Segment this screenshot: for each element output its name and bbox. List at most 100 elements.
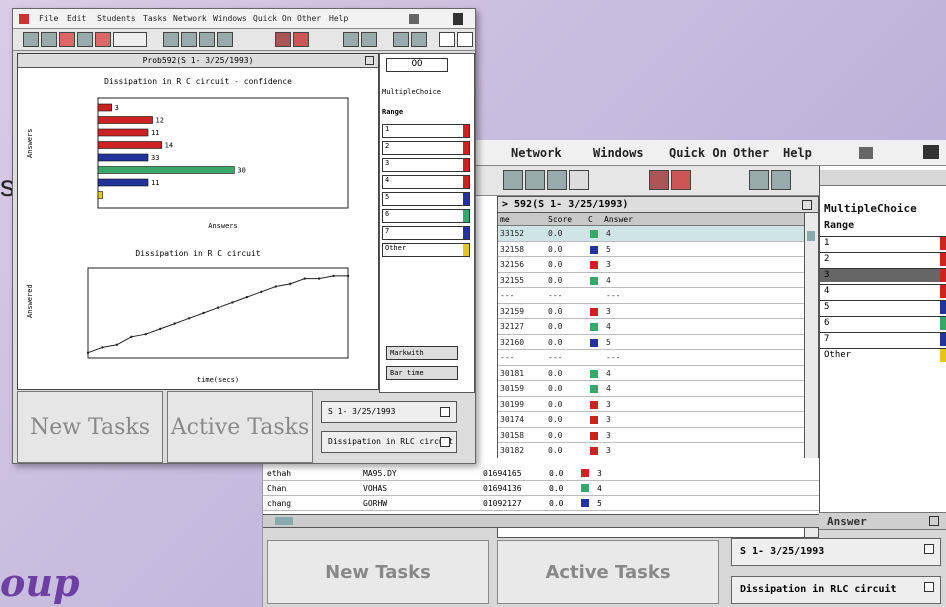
table-row[interactable]: chang GORHW 01092127 0.0 5 <box>263 496 819 511</box>
tool-button[interactable] <box>457 32 473 47</box>
tool-button[interactable] <box>199 32 215 47</box>
col-c[interactable]: C <box>588 213 593 226</box>
tool-button[interactable] <box>525 170 545 190</box>
tool-button[interactable] <box>275 32 291 47</box>
close-box-icon[interactable] <box>929 516 939 526</box>
table-row[interactable]: --- --- --- <box>498 288 818 304</box>
tool-button[interactable] <box>671 170 691 190</box>
network-icon[interactable] <box>409 14 419 24</box>
tool-button[interactable] <box>59 32 75 47</box>
scroll-thumb[interactable] <box>275 517 293 525</box>
mc-choice-row[interactable]: 7 <box>382 226 470 240</box>
mc-choice-row[interactable]: 1 <box>382 124 470 138</box>
tool-button[interactable] <box>293 32 309 47</box>
tool-button[interactable] <box>503 170 523 190</box>
tool-button[interactable] <box>23 32 39 47</box>
menu-students[interactable]: Students <box>97 14 136 23</box>
menu-other[interactable]: Other <box>297 14 321 23</box>
tool-button[interactable] <box>749 170 769 190</box>
dropdown-icon[interactable] <box>924 544 934 554</box>
tool-button[interactable] <box>77 32 93 47</box>
session-select[interactable]: S 1- 3/25/1993 <box>321 401 457 423</box>
table-row[interactable]: 30174 0.0 3 <box>498 412 818 428</box>
col-answer[interactable]: Answer <box>604 213 633 226</box>
table-row[interactable]: Chan VOHAS 01694136 0.0 4 <box>263 481 819 496</box>
table-row[interactable]: 32159 0.0 3 <box>498 304 818 319</box>
dropdown-icon[interactable] <box>440 407 450 417</box>
col-name[interactable]: me <box>500 213 510 226</box>
session-select[interactable]: S 1- 3/25/1993 <box>731 538 941 566</box>
menu-help[interactable]: Help <box>329 14 348 23</box>
table-row[interactable]: 32127 0.0 4 <box>498 319 818 335</box>
tool-button[interactable] <box>569 170 589 190</box>
table-row[interactable]: 32156 0.0 3 <box>498 257 818 273</box>
menu-file[interactable]: File <box>39 14 58 23</box>
menu-network[interactable]: Network <box>511 146 562 160</box>
tool-field[interactable] <box>113 32 147 47</box>
tool-button[interactable] <box>439 32 455 47</box>
tool-button[interactable] <box>771 170 791 190</box>
table-row[interactable]: 33152 0.0 4 <box>498 226 818 242</box>
table-row[interactable]: 32155 0.0 4 <box>498 273 818 288</box>
close-box-icon[interactable] <box>802 200 812 210</box>
mc-choice-row[interactable]: 1 <box>820 236 946 250</box>
tool-button[interactable] <box>163 32 179 47</box>
active-tasks-button[interactable]: Active Tasks <box>497 540 719 604</box>
tool-button[interactable] <box>181 32 197 47</box>
network-icon[interactable] <box>859 147 873 159</box>
tool-button[interactable] <box>343 32 359 47</box>
mc-choice-row[interactable]: Other <box>820 348 946 362</box>
mc-choice-row[interactable]: 2 <box>820 252 946 266</box>
menu-quick-on[interactable]: Quick On <box>253 14 292 23</box>
dropdown-icon[interactable] <box>924 582 934 592</box>
mc-choice-row[interactable]: 6 <box>382 209 470 223</box>
menu-edit[interactable]: Edit <box>67 14 86 23</box>
active-tasks-button[interactable]: Active Tasks <box>167 391 313 463</box>
mc-choice-row[interactable]: 2 <box>382 141 470 155</box>
mc-range[interactable]: Range <box>824 220 854 231</box>
new-tasks-button[interactable]: New Tasks <box>267 540 489 604</box>
horizontal-scrollbar[interactable] <box>263 514 819 528</box>
table-row[interactable]: 30181 0.0 4 <box>498 366 818 381</box>
menu-tasks[interactable]: Tasks <box>143 14 167 23</box>
mc-choice-row[interactable]: 6 <box>820 316 946 330</box>
mc-choice-row[interactable]: 3 <box>820 268 946 282</box>
menu-help[interactable]: Help <box>783 146 812 160</box>
table-row[interactable]: --- --- --- <box>498 350 818 366</box>
task-select[interactable]: Dissipation in RLC circuit <box>321 431 457 453</box>
tool-button[interactable] <box>411 32 427 47</box>
mc-choice-row[interactable]: 4 <box>820 284 946 298</box>
tool-button[interactable] <box>547 170 567 190</box>
col-score[interactable]: Score <box>548 213 572 226</box>
mc-choice-row[interactable]: 5 <box>820 300 946 314</box>
mc-top[interactable]: OO <box>386 58 448 72</box>
mc-choice-row[interactable]: 4 <box>382 175 470 189</box>
apple-icon[interactable] <box>19 14 29 24</box>
table-row[interactable]: 30158 0.0 3 <box>498 428 818 443</box>
table-row[interactable]: 32160 0.0 5 <box>498 335 818 350</box>
mc-choice-row[interactable]: 7 <box>820 332 946 346</box>
menu-network[interactable]: Network <box>173 14 207 23</box>
tool-button[interactable] <box>361 32 377 47</box>
menu-windows[interactable]: Windows <box>213 14 247 23</box>
table-row[interactable]: 30199 0.0 3 <box>498 397 818 412</box>
mc-choice-row[interactable]: Other <box>382 243 470 257</box>
new-tasks-button[interactable]: New Tasks <box>17 391 163 463</box>
mc-choice-row[interactable]: 5 <box>382 192 470 206</box>
table-row[interactable]: 32158 0.0 5 <box>498 242 818 257</box>
app-icon[interactable] <box>923 145 939 159</box>
tool-button[interactable] <box>649 170 669 190</box>
menu-other[interactable]: Other <box>733 146 769 160</box>
tool-button[interactable] <box>393 32 409 47</box>
zoom-box-icon[interactable] <box>365 56 374 65</box>
dropdown-icon[interactable] <box>440 437 450 447</box>
scroll-thumb[interactable] <box>807 231 815 241</box>
menu-quick-on[interactable]: Quick On <box>669 146 727 160</box>
mc-choice-row[interactable]: 3 <box>382 158 470 172</box>
mark-with-button[interactable]: Markwith <box>386 346 458 360</box>
tool-button[interactable] <box>41 32 57 47</box>
app-icon[interactable] <box>453 13 463 25</box>
table-row[interactable]: 30159 0.0 4 <box>498 381 818 397</box>
menu-windows[interactable]: Windows <box>593 146 644 160</box>
bar-time-button[interactable]: Bar time <box>386 366 458 380</box>
